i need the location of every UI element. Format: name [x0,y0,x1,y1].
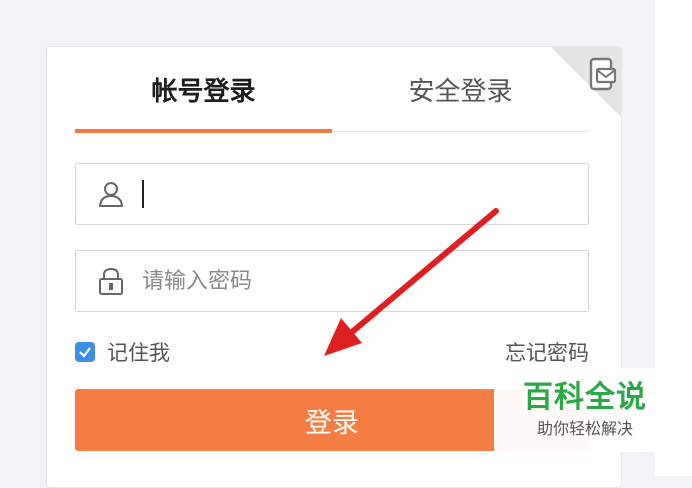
watermark-title: 百科全说 [523,380,647,415]
check-icon [79,347,91,358]
watermark-subtitle: 助你轻松解决 [536,419,633,438]
login-tabs: 帐号登录 安全登录 [75,47,589,133]
username-field[interactable] [75,163,589,225]
tab-label: 安全登录 [408,76,513,107]
lock-icon [94,264,128,298]
forgot-password-link[interactable]: 忘记密码 [505,337,589,367]
remember-me[interactable]: 记住我 [75,337,170,367]
password-input[interactable] [140,267,544,295]
watermark: 百科全说 助你轻松解决 [494,368,676,452]
tab-secure-login[interactable]: 安全登录 [332,47,589,131]
text-cursor [142,180,144,208]
tab-account-login[interactable]: 帐号登录 [75,47,332,133]
password-field[interactable] [75,250,589,312]
remember-label: 记住我 [107,341,170,365]
device-switch-icon [589,57,617,91]
remember-checkbox[interactable] [75,342,95,362]
user-icon [94,177,128,211]
tab-label: 帐号登录 [151,76,256,107]
tab-active-indicator [75,129,332,133]
